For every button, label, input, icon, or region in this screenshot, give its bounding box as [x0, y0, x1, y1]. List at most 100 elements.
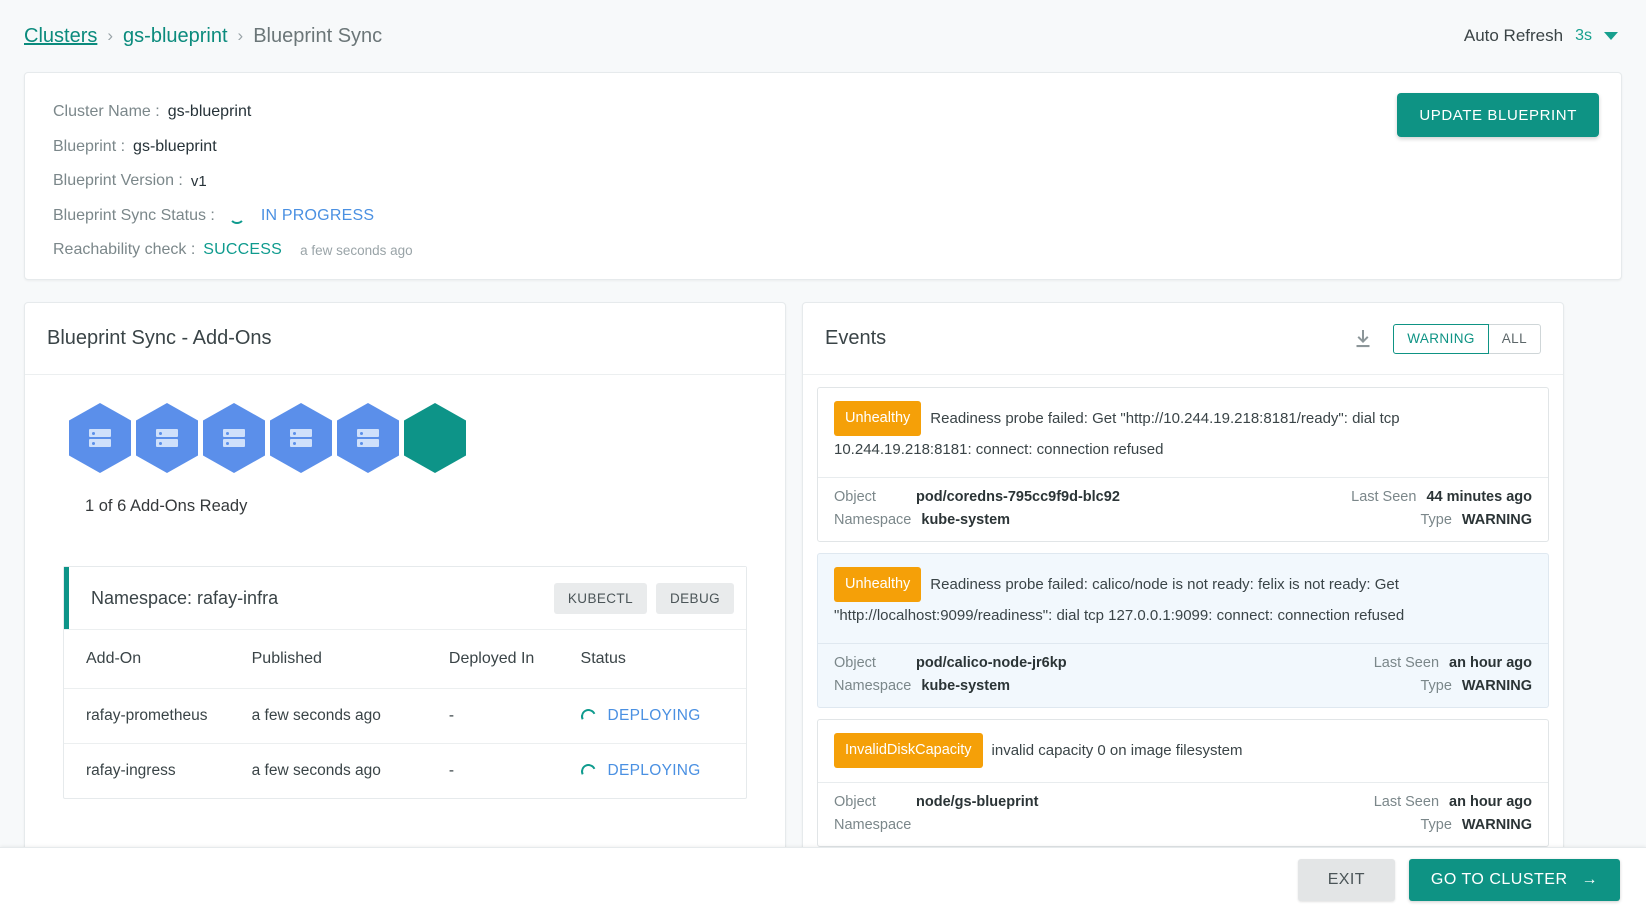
cluster-name-label: Cluster Name : [53, 103, 160, 121]
go-to-cluster-button[interactable]: GO TO CLUSTER → [1408, 858, 1620, 901]
sync-status-value: IN PROGRESS [260, 206, 375, 224]
breadcrumb-separator-1: › [107, 26, 114, 45]
status-text: DEPLOYING [607, 707, 701, 724]
reachability-row: Reachability check : SUCCESS a few secon… [53, 233, 1593, 268]
addons-panel-body: 1 of 6 Add-Ons Ready Namespace: rafay-in… [25, 375, 785, 895]
server-icon [89, 429, 111, 447]
column-deployed-in: Deployed In [448, 629, 581, 689]
namespace-value: kube-system [921, 678, 1011, 694]
auto-refresh-label: Auto Refresh [1463, 26, 1564, 45]
last-seen-label: Last Seen [1373, 655, 1440, 671]
auto-refresh-control[interactable]: Auto Refresh 3s [1464, 26, 1622, 46]
event-card[interactable]: Unhealthy Readiness probe failed: calico/… [817, 553, 1549, 708]
loading-spinner-icon [578, 706, 598, 726]
event-meta-right: Last Seen an hour ago Type WARNING [1374, 794, 1532, 833]
column-addon: Add-On [64, 629, 252, 689]
addon-hexagon[interactable] [270, 403, 332, 473]
table-header-row: Add-On Published Deployed In Status [64, 629, 746, 689]
addons-panel: Blueprint Sync - Add-Ons 1 of 6 Add-Ons … [24, 302, 786, 896]
addon-hexagon[interactable] [136, 403, 198, 473]
blueprint-version-label: Blueprint Version : [53, 172, 183, 190]
loading-spinner-icon [228, 208, 245, 224]
event-meta-right: Last Seen an hour ago Type WARNING [1374, 655, 1532, 694]
update-blueprint-button[interactable]: UPDATE BLUEPRINT [1397, 93, 1599, 137]
object-label: Object [834, 489, 876, 505]
addon-hexagon[interactable] [203, 403, 265, 473]
addon-hexagon[interactable] [69, 403, 131, 473]
events-filter-toggle: WARNING ALL [1393, 323, 1541, 354]
addons-panel-header: Blueprint Sync - Add-Ons [25, 303, 785, 375]
last-seen-value: an hour ago [1449, 794, 1532, 810]
reachability-value: SUCCESS [203, 241, 283, 259]
event-object-row: Object pod/coredns-795cc9f9d-blc92 [834, 489, 1120, 505]
table-row[interactable]: rafay-prometheus a few seconds ago - DEP… [64, 688, 746, 744]
arrow-right-icon: → [1581, 870, 1598, 888]
top-bar: Clusters › gs-blueprint › Blueprint Sync… [0, 0, 1646, 72]
events-panel-header: Events WARNING ALL [803, 303, 1563, 375]
events-list[interactable]: Unhealthy Readiness probe failed: Get "ht… [803, 375, 1563, 895]
cell-status: DEPLOYING [578, 688, 746, 744]
chevron-down-icon[interactable] [1604, 32, 1618, 40]
breadcrumb-clusters-link[interactable]: Clusters [24, 25, 97, 48]
download-icon[interactable] [1351, 327, 1375, 351]
namespace-label: Namespace [834, 817, 912, 833]
addon-hexagon[interactable] [337, 403, 399, 473]
last-seen-label: Last Seen [1373, 794, 1440, 810]
filter-all-button[interactable]: ALL [1488, 323, 1541, 354]
event-card[interactable]: Unhealthy Readiness probe failed: Get "ht… [817, 387, 1549, 542]
event-meta-right: Last Seen 44 minutes ago Type WARNING [1351, 489, 1532, 528]
breadcrumb: Clusters › gs-blueprint › Blueprint Sync [24, 25, 382, 48]
auto-refresh-value: 3s [1575, 27, 1592, 44]
blueprint-label: Blueprint : [53, 137, 126, 155]
object-label: Object [834, 794, 876, 810]
event-lastseen-row: Last Seen 44 minutes ago [1351, 489, 1532, 505]
namespace-value: kube-system [921, 512, 1011, 528]
sync-status-label: Blueprint Sync Status : [53, 206, 215, 224]
event-reason-badge: InvalidDiskCapacity [834, 733, 983, 768]
sync-status-row: Blueprint Sync Status : IN PROGRESS [53, 199, 1593, 234]
event-meta-left: Object pod/calico-node-jr6kp Namespace k… [834, 655, 1067, 694]
last-seen-value: an hour ago [1449, 655, 1532, 671]
event-object-row: Object pod/calico-node-jr6kp [834, 655, 1067, 671]
namespace-label: Namespace [834, 678, 912, 694]
namespace-header: Namespace: rafay-infra KUBECTL DEBUG [64, 567, 746, 629]
blueprint-version-row: Blueprint Version : v1 [53, 164, 1593, 199]
event-meta-left: Object pod/coredns-795cc9f9d-blc92 Names… [834, 489, 1120, 528]
addon-hexagon-ready[interactable] [404, 403, 466, 473]
event-reason-badge: Unhealthy [834, 567, 922, 602]
cluster-name-value: gs-blueprint [167, 103, 252, 121]
event-message: invalid capacity 0 on image filesystem [991, 742, 1243, 759]
filter-warning-button[interactable]: WARNING [1393, 323, 1489, 354]
reachability-label: Reachability check : [53, 241, 196, 259]
kubectl-button[interactable]: KUBECTL [553, 582, 647, 614]
event-card[interactable]: InvalidDiskCapacity invalid capacity 0 on… [817, 719, 1549, 847]
event-message-row: Unhealthy Readiness probe failed: calico/… [818, 554, 1548, 643]
reachability-timestamp: a few seconds ago [300, 242, 413, 258]
event-type-row: Type WARNING [1374, 817, 1532, 833]
events-tools: WARNING ALL [1351, 323, 1541, 354]
cell-published: a few seconds ago [251, 743, 449, 798]
namespace-title: Namespace: rafay-infra [91, 587, 279, 608]
footer-action-bar: EXIT GO TO CLUSTER → [0, 847, 1646, 911]
namespace-block: Namespace: rafay-infra KUBECTL DEBUG Add… [63, 566, 747, 799]
server-icon [357, 429, 379, 447]
breadcrumb-current: Blueprint Sync [253, 24, 383, 47]
addons-ready-count: 1 of 6 Add-Ons Ready [85, 497, 248, 515]
debug-button[interactable]: DEBUG [655, 582, 734, 614]
table-row[interactable]: rafay-ingress a few seconds ago - DEPLOY… [64, 743, 746, 798]
event-meta-left: Object node/gs-blueprint Namespace [834, 794, 1038, 833]
blueprint-version-value: v1 [190, 172, 207, 190]
cell-deployed-in: - [448, 688, 581, 744]
cell-status: DEPLOYING [578, 743, 746, 798]
type-label: Type [1420, 512, 1452, 528]
object-value: node/gs-blueprint [916, 794, 1039, 810]
exit-button[interactable]: EXIT [1297, 858, 1395, 901]
blueprint-row: Blueprint : gs-blueprint [53, 130, 1593, 165]
breadcrumb-separator-2: › [237, 26, 244, 45]
event-object-row: Object node/gs-blueprint [834, 794, 1038, 810]
event-meta: Object pod/calico-node-jr6kp Namespace k… [818, 643, 1548, 707]
event-namespace-row: Namespace [834, 817, 1038, 833]
breadcrumb-cluster-link[interactable]: gs-blueprint [123, 25, 228, 48]
server-icon [290, 429, 312, 447]
loading-spinner-icon [578, 761, 598, 781]
